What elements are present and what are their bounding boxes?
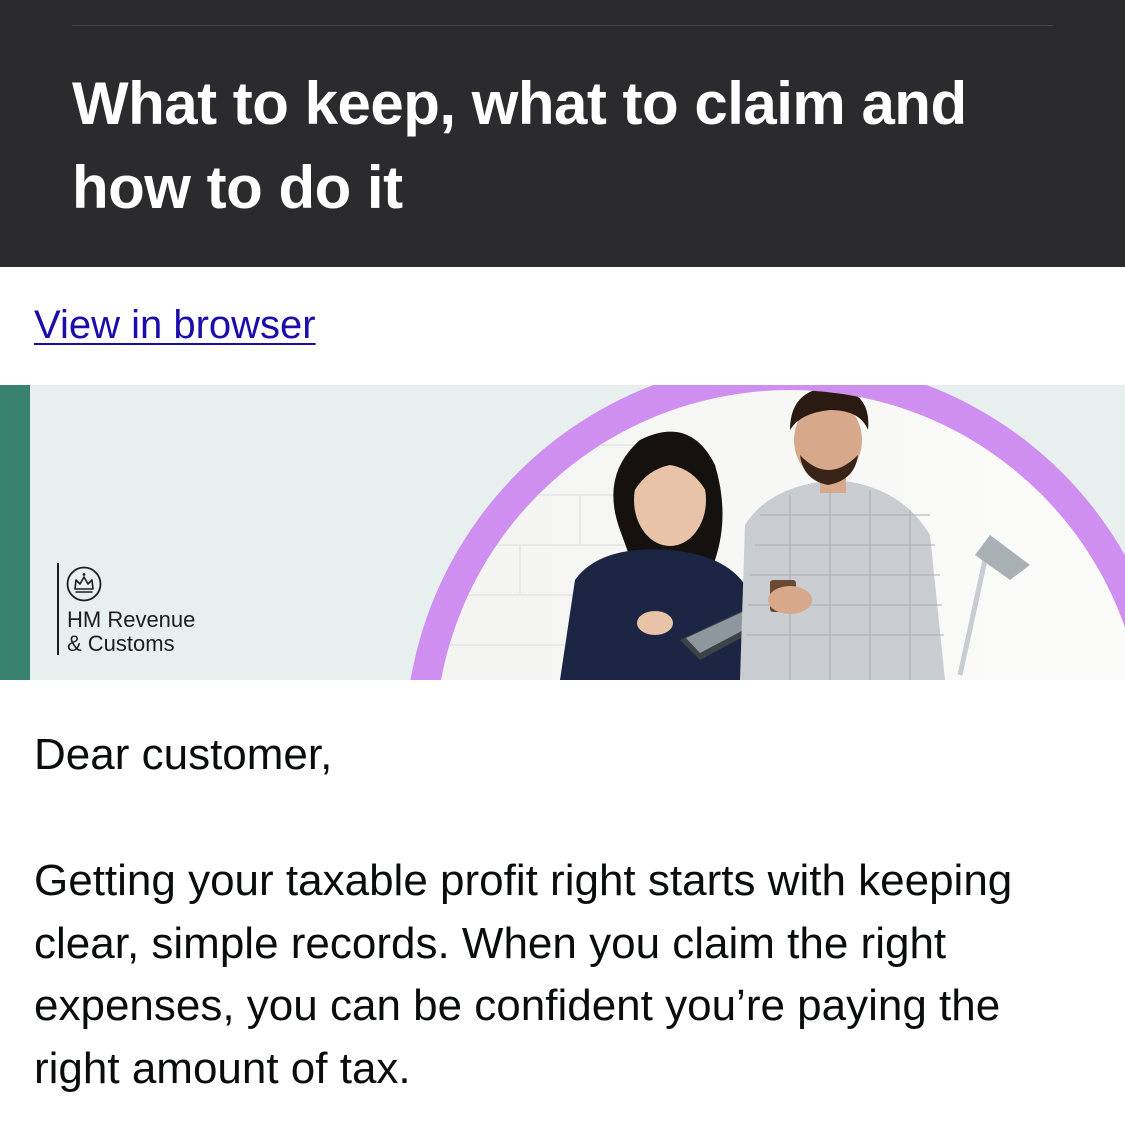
email-greeting: Dear customer, [34, 730, 333, 779]
email-title: What to keep, what to claim and how to d… [72, 70, 967, 221]
crown-crest-icon [66, 566, 102, 602]
logo-divider [57, 563, 59, 655]
hmrc-logo-text: HM Revenue & Customs [67, 607, 196, 656]
email-body-paragraph: Getting your taxable profit right starts… [34, 856, 1013, 1093]
view-in-browser-link[interactable]: View in browser [34, 300, 316, 350]
hmrc-logo: HM Revenue & Customs [57, 563, 257, 658]
email-header: What to keep, what to claim and how to d… [0, 0, 1125, 267]
banner-accent-stripe [0, 385, 30, 680]
header-divider [72, 25, 1053, 26]
